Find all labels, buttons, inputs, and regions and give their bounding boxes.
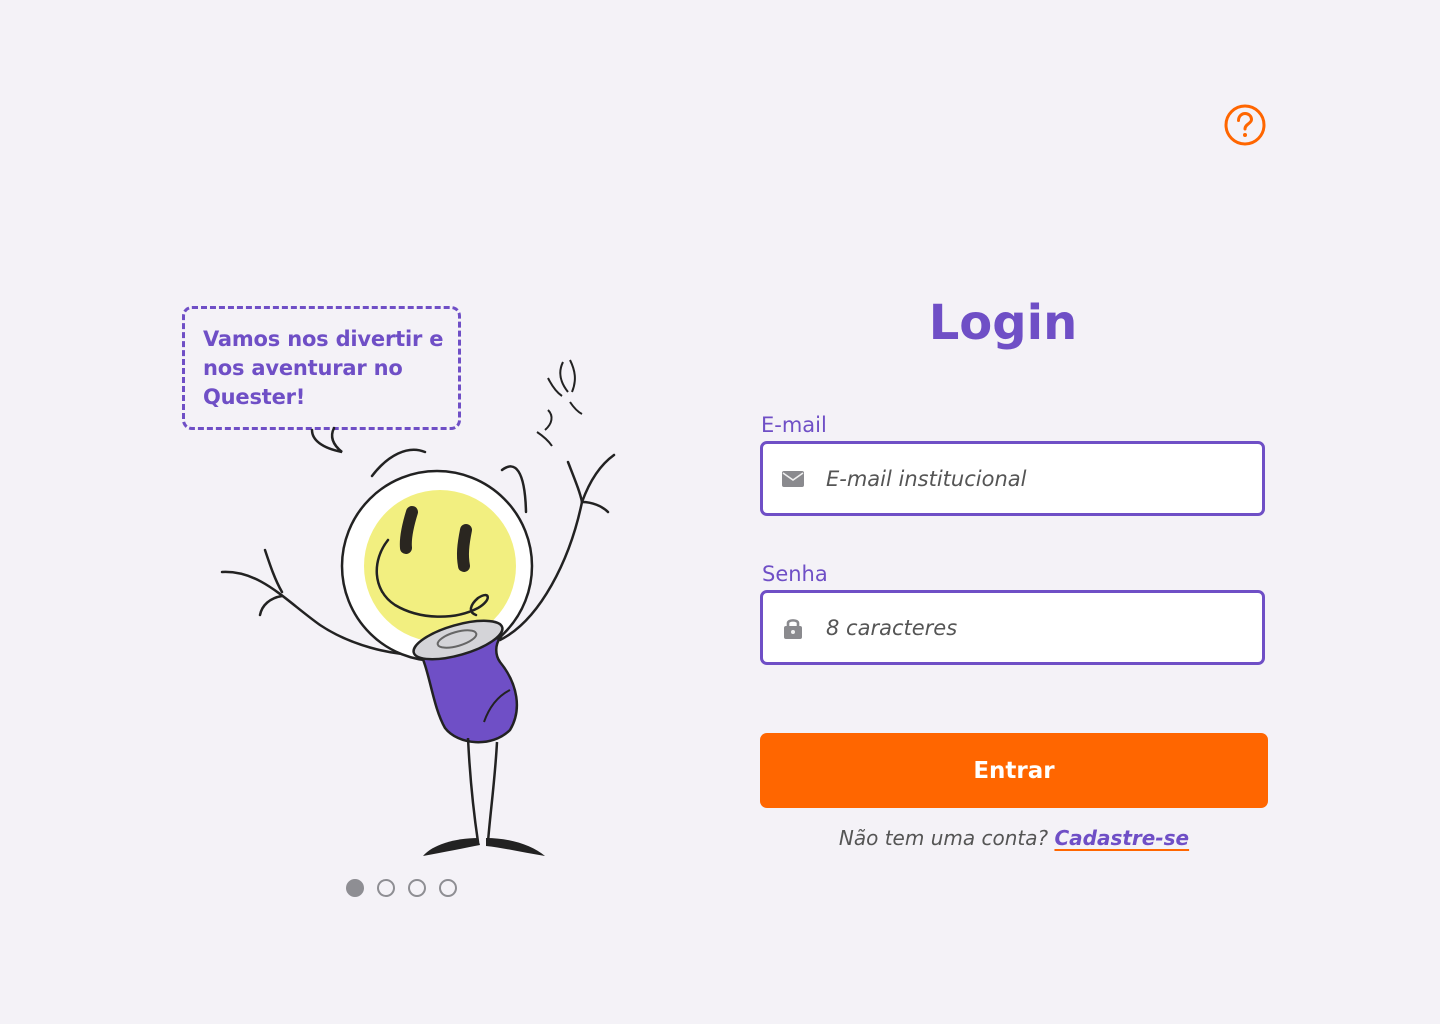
carousel-dot-4[interactable] bbox=[439, 879, 457, 897]
mascot-illustration bbox=[220, 359, 616, 856]
password-input[interactable] bbox=[824, 614, 1248, 641]
page-title: Login bbox=[928, 295, 1078, 351]
carousel-dot-2[interactable] bbox=[377, 879, 395, 897]
signup-prompt-text: Não tem uma conta? bbox=[838, 826, 1049, 850]
email-field-wrapper bbox=[760, 441, 1265, 516]
login-button[interactable]: Entrar bbox=[760, 733, 1268, 808]
password-label: Senha bbox=[762, 562, 828, 586]
carousel-pagination bbox=[346, 879, 457, 897]
carousel-dot-3[interactable] bbox=[408, 879, 426, 897]
password-field-wrapper bbox=[760, 590, 1265, 665]
signup-prompt: Não tem uma conta? Cadastre-se bbox=[760, 824, 1268, 852]
signup-link[interactable]: Cadastre-se bbox=[1054, 826, 1189, 850]
carousel-dot-1[interactable] bbox=[346, 879, 364, 897]
email-input[interactable] bbox=[824, 465, 1248, 492]
envelope-icon bbox=[782, 468, 804, 490]
question-circle-icon bbox=[1224, 104, 1266, 146]
lock-icon bbox=[782, 617, 804, 639]
help-button[interactable] bbox=[1224, 104, 1266, 146]
email-label: E-mail bbox=[761, 413, 827, 437]
